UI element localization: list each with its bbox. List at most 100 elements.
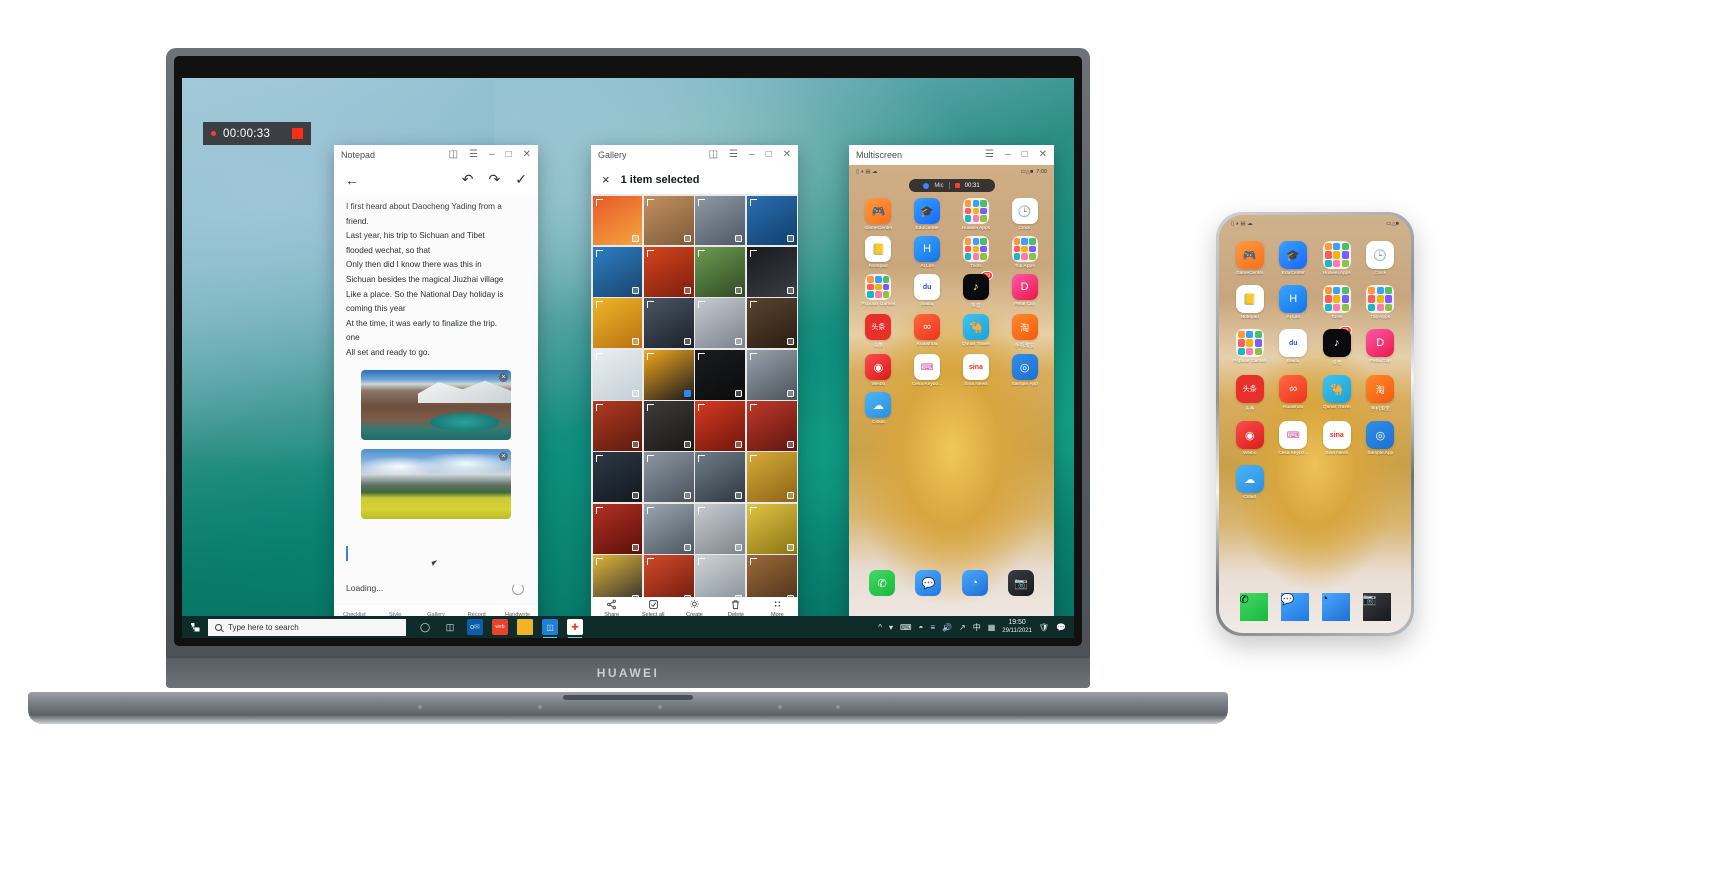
thumb-checkbox[interactable] bbox=[735, 389, 743, 397]
thumb-checkbox[interactable] bbox=[786, 595, 794, 597]
search-input[interactable]: Type here to search bbox=[208, 618, 406, 636]
app-icon-petal-clip[interactable]: D Petal Clip bbox=[1360, 329, 1402, 366]
touch-keyboard-icon[interactable]: ⌨ bbox=[900, 623, 912, 632]
app-icon-gamecenter[interactable]: 🎮 GameCenter bbox=[855, 198, 902, 231]
app-icon-qunar-travel[interactable]: 🐪 Qunar Travel bbox=[1316, 375, 1358, 412]
gallery-thumbnail[interactable] bbox=[643, 555, 694, 597]
app-icon-sina-news[interactable]: sina Sina News bbox=[1316, 421, 1358, 456]
thumb-checkbox[interactable] bbox=[786, 338, 794, 346]
gallery-thumbnail[interactable] bbox=[746, 503, 797, 554]
gallery-thumbnail[interactable] bbox=[592, 298, 643, 349]
dock-icon-messages[interactable]: 💬 bbox=[1280, 593, 1309, 621]
gallery-thumbnail[interactable] bbox=[592, 195, 643, 246]
app-icon-[interactable]: 头条 头条 bbox=[855, 314, 902, 349]
pc-manager-icon[interactable]: ✚ bbox=[567, 619, 583, 638]
dock-icon-browser[interactable]: ◔ bbox=[1321, 593, 1350, 621]
settings-icon[interactable]: ≡ bbox=[930, 623, 935, 632]
task-view-icon[interactable]: ◫ bbox=[442, 619, 458, 635]
thumb-checkbox[interactable] bbox=[632, 338, 640, 346]
system-tray[interactable]: ^ ▾ ⌨ ◓ ≡ 🔊 ↗ 中 ▦ 19:50 29/11/2021 🛡 💬 bbox=[878, 618, 1070, 636]
screen-recorder-bar[interactable]: 00:00:33 bbox=[203, 122, 311, 145]
thumb-checkbox[interactable] bbox=[632, 235, 640, 243]
gallery-thumbnail[interactable] bbox=[592, 452, 643, 503]
gallery-thumbnail[interactable] bbox=[643, 298, 694, 349]
close-icon[interactable]: ✕ bbox=[783, 150, 791, 160]
gallery-thumbnail-grid[interactable] bbox=[591, 194, 798, 597]
app-icon-sina-news[interactable]: sina Sina News bbox=[953, 354, 1000, 387]
remove-image-icon[interactable]: × bbox=[499, 451, 508, 461]
gallery-thumbnail[interactable] bbox=[695, 246, 746, 297]
stop-recording-button[interactable] bbox=[292, 128, 303, 139]
notification-icon[interactable]: 💬 bbox=[1056, 623, 1066, 632]
thumb-checkbox[interactable] bbox=[632, 543, 640, 551]
app-icon-notepad[interactable]: 📒 Notepad bbox=[1229, 285, 1271, 320]
app-icon-[interactable]: 头条 头条 bbox=[1229, 375, 1271, 412]
app-icon-huawei-apps[interactable]: Huawei Apps bbox=[1316, 241, 1358, 276]
fullscreen-icon[interactable]: ◫ bbox=[449, 150, 458, 160]
dock-icon-camera[interactable]: 📷 bbox=[1007, 570, 1034, 596]
multiscreen-titlebar[interactable]: Multiscreen ☰ – □ ✕ bbox=[849, 145, 1054, 165]
app-icon-sample-app[interactable]: ◎ Sample App bbox=[1360, 421, 1402, 456]
app-icon-celia-keybo[interactable]: ⌨ Celia Keybo... bbox=[904, 354, 951, 387]
menu-icon[interactable]: ☰ bbox=[729, 150, 738, 160]
gallery-thumbnail[interactable] bbox=[643, 195, 694, 246]
defender-icon[interactable]: 🛡 bbox=[1039, 623, 1049, 632]
close-icon[interactable]: ✕ bbox=[1039, 150, 1047, 160]
app-icon-kuaishou[interactable]: ∞ Kuaishou bbox=[1273, 375, 1315, 412]
gallery-thumbnail[interactable] bbox=[746, 246, 797, 297]
thumb-checkbox[interactable] bbox=[683, 543, 691, 551]
thumb-checkbox[interactable] bbox=[735, 595, 743, 597]
gallery-thumbnail[interactable] bbox=[695, 503, 746, 554]
gallery-titlebar[interactable]: Gallery ◫ ☰ – □ ✕ bbox=[591, 145, 798, 165]
thumb-checkbox[interactable] bbox=[632, 286, 640, 294]
check-icon[interactable]: ✓ bbox=[515, 171, 527, 188]
thumb-checkbox[interactable] bbox=[735, 492, 743, 500]
minimize-icon[interactable]: – bbox=[489, 150, 495, 160]
maximize-icon[interactable]: □ bbox=[506, 150, 512, 160]
thumb-checkbox[interactable] bbox=[632, 440, 640, 448]
gallery-thumbnail[interactable] bbox=[695, 298, 746, 349]
phone-app-grid[interactable]: 🎮 GameCenter 🎓 EduCenter Huawei Apps 🕒 Clock 📒 N… bbox=[1219, 227, 1411, 500]
app-icon-[interactable]: 淘手机淘宝 bbox=[1001, 314, 1048, 349]
gallery-thumbnail[interactable] bbox=[746, 452, 797, 503]
app-icon-baidu[interactable]: du Baidu bbox=[1273, 329, 1315, 366]
volume-icon[interactable]: 🔊 bbox=[942, 623, 952, 632]
thumb-checkbox[interactable] bbox=[735, 286, 743, 294]
thumb-checkbox[interactable] bbox=[735, 338, 743, 346]
app-icon-[interactable]: 29♪抖音 bbox=[1316, 326, 1358, 366]
thumb-checkbox[interactable] bbox=[786, 543, 794, 551]
app-icon-cloud[interactable]: ☁ Cloud bbox=[1229, 465, 1271, 500]
maximize-icon[interactable]: □ bbox=[1022, 150, 1028, 160]
app-icon-sample-app[interactable]: ◎ Sample App bbox=[1001, 354, 1048, 387]
gallery-thumbnail[interactable] bbox=[746, 555, 797, 597]
gallery-thumbnail[interactable] bbox=[695, 401, 746, 451]
thumb-checkbox[interactable] bbox=[683, 338, 691, 346]
phone-app-grid[interactable]: 🎮 GameCenter 🎓 EduCenter Huawei Apps 🕒 Clock 📒 N… bbox=[849, 192, 1054, 425]
gallery-thumbnail[interactable] bbox=[695, 195, 746, 246]
maximize-icon[interactable]: □ bbox=[766, 150, 772, 160]
phone-dock[interactable]: ✆ 💬 ◔ 📷 bbox=[1219, 593, 1411, 621]
thumb-checkbox[interactable] bbox=[786, 389, 794, 397]
app-icon-petal-clip[interactable]: D Petal Clip bbox=[1001, 274, 1048, 309]
app-icon-top-apps[interactable]: Top Apps bbox=[1001, 236, 1048, 269]
gallery-thumbnail[interactable] bbox=[695, 555, 746, 597]
gallery-selection-header[interactable]: × 1 item selected bbox=[591, 165, 798, 194]
taskbar-pinned-apps[interactable]: ◯ ◫ o ✉ web ◫ ✚ bbox=[417, 619, 583, 638]
minimize-icon[interactable]: – bbox=[749, 150, 755, 160]
rapeseed-field-photo[interactable]: × bbox=[361, 448, 511, 519]
multiscreen-icon[interactable]: ◫ bbox=[542, 619, 558, 638]
notepad-window[interactable]: Notepad ◫ ☰ – □ ✕ ← ↶ ↷ ✓ I first heard … bbox=[334, 145, 538, 638]
app-icon-top-apps[interactable]: Top Apps bbox=[1360, 285, 1402, 320]
app-icon-huawei-apps[interactable]: Huawei Apps bbox=[953, 198, 1000, 231]
undo-icon[interactable]: ↶ bbox=[462, 171, 474, 188]
back-arrow-icon[interactable]: ← bbox=[345, 172, 359, 188]
thumb-checkbox[interactable] bbox=[786, 286, 794, 294]
redo-icon[interactable]: ↷ bbox=[489, 171, 501, 188]
taskbar-clock[interactable]: 19:50 29/11/2021 bbox=[1002, 618, 1032, 636]
gallery-thumbnail[interactable] bbox=[746, 298, 797, 349]
app-icon-tools[interactable]: Tools bbox=[1316, 285, 1358, 320]
app-icon-ai-life[interactable]: H AI Life bbox=[1273, 285, 1315, 320]
app-icon-educenter[interactable]: 🎓 EduCenter bbox=[1273, 241, 1315, 276]
thumb-checkbox[interactable] bbox=[683, 492, 691, 500]
thumb-checkbox[interactable] bbox=[735, 235, 743, 243]
